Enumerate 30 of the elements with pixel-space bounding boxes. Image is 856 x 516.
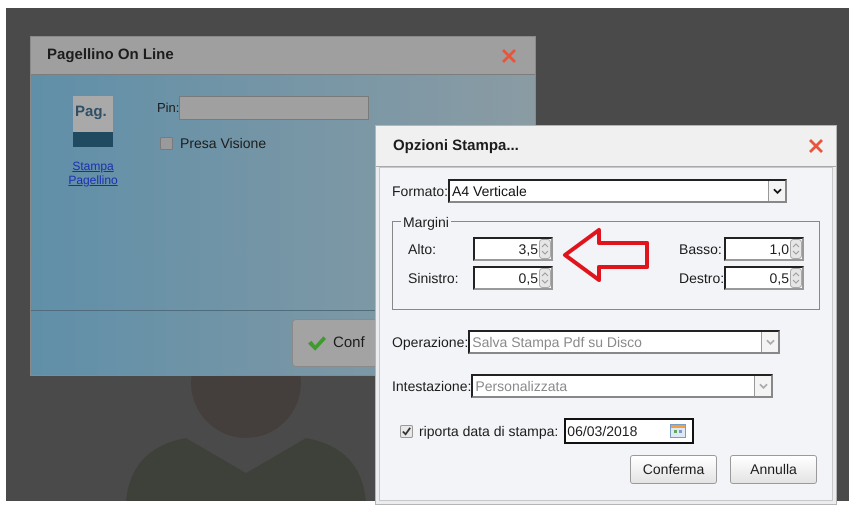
window-title: Pagellino On Line: [47, 45, 174, 66]
spin-field[interactable]: 1,0: [724, 237, 804, 261]
spinner-icon: [790, 268, 802, 288]
spinner-icon: [539, 239, 551, 259]
dropdown: Personalizzata: [471, 374, 774, 398]
field-label: Alto:: [408, 240, 438, 258]
field-label: Basso:: [679, 240, 723, 258]
pin-label: Pin:: [157, 99, 180, 118]
spinner-icon: [539, 268, 551, 288]
date-field[interactable]: 06/03/2018: [564, 418, 694, 444]
checkbox[interactable]: [400, 424, 413, 438]
checkbox-label: Presa Visione: [180, 134, 266, 153]
dialog-button[interactable]: Annulla: [730, 455, 817, 484]
dialog-button[interactable]: Conferma: [630, 455, 717, 484]
field-label: Sinistro:: [408, 268, 460, 288]
spin-field[interactable]: 0,5: [724, 266, 804, 290]
checkbox[interactable]: [160, 137, 173, 150]
icon-label: Pag.: [74, 102, 108, 122]
dropdown: Salva Stampa Pdf su Disco: [468, 330, 780, 354]
spin-field[interactable]: 0,5: [473, 266, 553, 290]
field-label: Intestazione:: [392, 377, 472, 396]
spinner-icon: [790, 239, 802, 259]
field-label: Destro:: [679, 268, 724, 288]
checkmark-icon: [307, 334, 327, 352]
dropdown[interactable]: A4 Verticale: [448, 179, 788, 203]
checkbox-label: riporta data di stampa:: [419, 422, 558, 441]
pin-field[interactable]: [179, 96, 370, 120]
field-label: Formato:: [392, 182, 448, 201]
spin-field[interactable]: 3,5: [473, 237, 553, 261]
dialog-title: Opzioni Stampa...: [393, 136, 519, 156]
